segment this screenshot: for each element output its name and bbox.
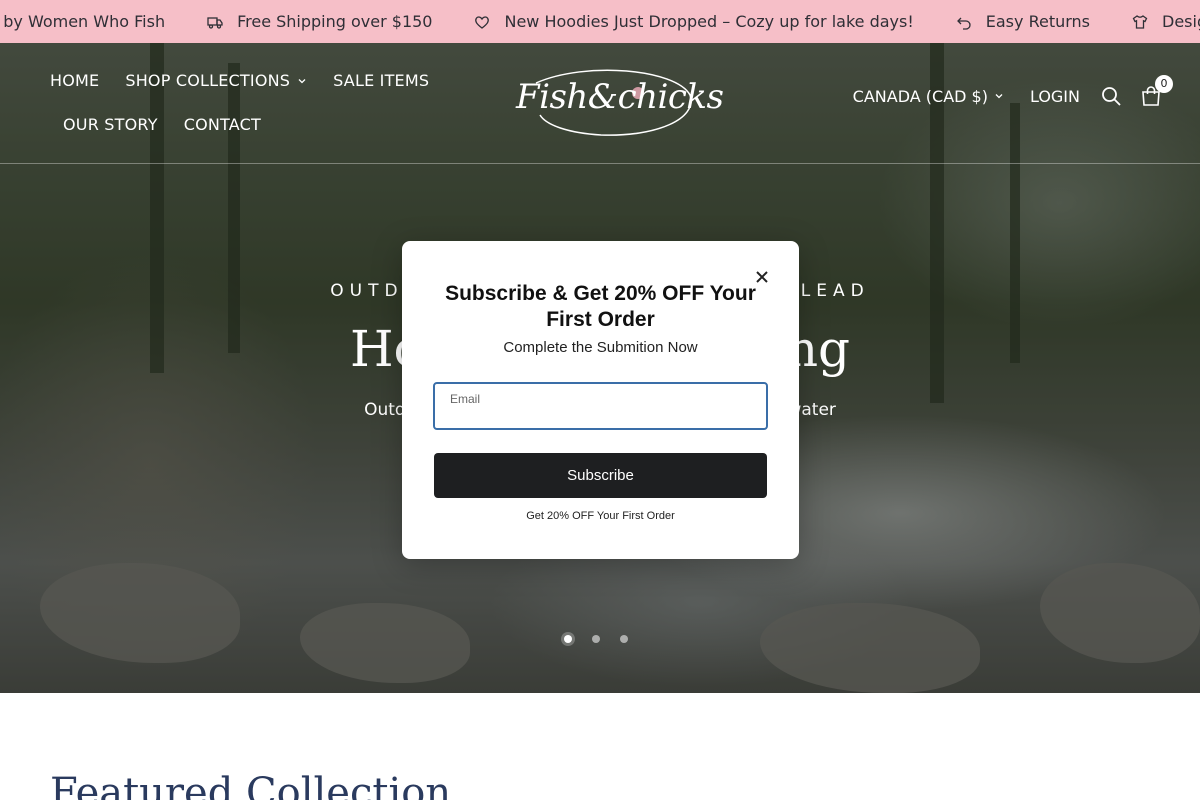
heart-icon [474, 14, 490, 30]
return-arrow-icon [956, 14, 972, 30]
currency-selector[interactable]: CANADA (CAD $) [853, 87, 1004, 106]
nav-home-label: HOME [50, 71, 100, 90]
announcement-item: d by Women Who Fish [0, 12, 165, 31]
shirt-icon [1132, 14, 1148, 30]
featured-collection-heading: Featured Collection [50, 770, 452, 800]
nav-shop-collections[interactable]: SHOP COLLECTIONS [125, 71, 307, 90]
site-logo[interactable]: Fish&chicks [506, 65, 724, 139]
slide-dot[interactable] [620, 635, 628, 643]
logo-text: Fish&chicks [516, 77, 724, 117]
announcement-text: d by Women Who Fish [0, 12, 166, 31]
cart-count-badge: 0 [1155, 75, 1173, 93]
announcement-text: New Hoodies Just Dropped – Cozy up for l… [504, 12, 914, 31]
login-link[interactable]: LOGIN [1030, 87, 1080, 106]
main-nav: HOME SHOP COLLECTIONS SALE ITEMS OUR STO… [50, 63, 470, 151]
announcement-track: d by Women Who Fish Free Shipping over $… [0, 0, 1200, 43]
search-icon[interactable] [1100, 85, 1122, 107]
slide-dot[interactable] [592, 635, 600, 643]
announcement-item: Easy Returns [956, 12, 1090, 31]
modal-title: Subscribe & Get 20% OFF Your First Order [445, 282, 756, 331]
chevron-down-icon [994, 91, 1004, 101]
chevron-down-icon [297, 76, 307, 86]
nav-home[interactable]: HOME [50, 71, 99, 90]
header-utilities: CANADA (CAD $) LOGIN 0 [853, 75, 1173, 107]
nav-sale-items[interactable]: SALE ITEMS [333, 71, 429, 90]
nav-contact-label: CONTACT [183, 115, 261, 134]
nav-row: HOME SHOP COLLECTIONS SALE ITEMS [50, 63, 470, 98]
nav-our-story[interactable]: OUR STORY [63, 115, 158, 134]
email-input[interactable] [449, 407, 754, 425]
email-label: Email [450, 392, 481, 406]
nav-shop-collections-label: SHOP COLLECTIONS [125, 71, 291, 90]
slide-dot[interactable] [564, 635, 572, 643]
nav-sale-items-label: SALE ITEMS [333, 71, 430, 90]
nav-our-story-label: OUR STORY [63, 115, 158, 134]
nav-contact[interactable]: CONTACT [184, 115, 261, 134]
truck-icon [207, 14, 223, 30]
announcement-text: Easy Returns [985, 12, 1090, 31]
subscribe-button[interactable]: Subscribe [434, 453, 767, 498]
announcement-bar: d by Women Who Fish Free Shipping over $… [0, 0, 1200, 43]
modal-note: Get 20% OFF Your First Order [526, 510, 675, 522]
slideshow-dots [564, 635, 648, 643]
currency-label: CANADA (CAD $) [852, 86, 988, 106]
modal-subtitle: Complete the Submition Now [503, 339, 698, 356]
announcement-item: Free Shipping over $150 [207, 12, 432, 31]
announcement-text: Design [1162, 12, 1200, 31]
nav-row: OUR STORY CONTACT [50, 107, 470, 142]
announcement-text: Free Shipping over $150 [237, 12, 433, 31]
announcement-item: New Hoodies Just Dropped – Cozy up for l… [474, 12, 914, 31]
cart-icon[interactable]: 0 [1140, 75, 1173, 107]
header-divider [0, 163, 1200, 164]
email-field[interactable]: Email [433, 382, 768, 430]
subscribe-modal: Subscribe & Get 20% OFF Your First Order… [402, 241, 799, 559]
announcement-item: Design [1132, 12, 1200, 31]
